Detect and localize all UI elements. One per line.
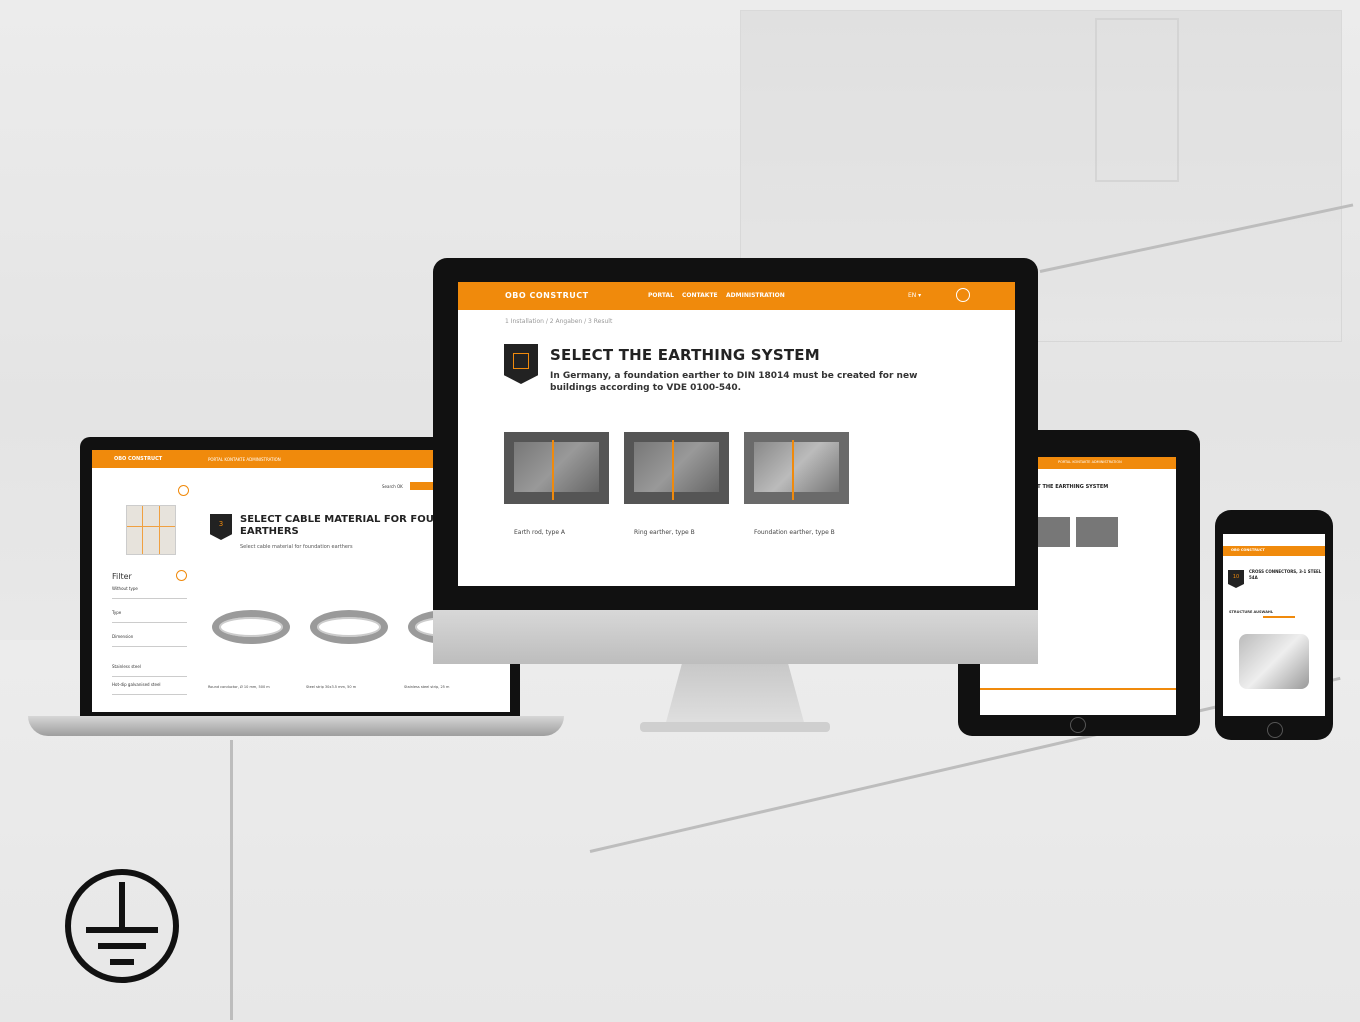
step-number: 10 [1232, 574, 1240, 580]
filter-field[interactable]: Without type [112, 586, 187, 599]
product-coil-image[interactable] [310, 610, 388, 644]
filter-field[interactable]: Hot-dip galvanised steel [112, 682, 187, 695]
step-number: 3 [218, 520, 224, 528]
phone-device: OBO CONSTRUCT 10 CROSS CONNECTORS, 3-1 S… [1215, 510, 1333, 740]
card-label[interactable]: Ring earther, type B [634, 529, 695, 536]
earthing-card-image[interactable] [504, 432, 609, 504]
main-navbar: OBO CONSTRUCT PORTAL CONTAKTE ADMINISTRA… [458, 282, 1015, 310]
desktop-monitor: OBO CONSTRUCT PORTAL CONTAKTE ADMINISTRA… [433, 258, 1038, 664]
laptop-lead-text: Select cable material for foundation ear… [240, 544, 353, 550]
monitor-chin [433, 610, 1038, 664]
nav-item-administration[interactable]: ADMINISTRATION [726, 292, 785, 299]
protective-earth-icon [65, 869, 179, 983]
filter-field[interactable]: Stainless steel [112, 664, 187, 677]
filter-field[interactable]: Type [112, 610, 187, 623]
earthing-badge-icon [504, 344, 538, 384]
product-label[interactable]: Round conductor, Ø 10 mm, 500 m [208, 685, 270, 689]
laptop-search-label: Search OK [382, 484, 403, 489]
home-button[interactable] [1267, 722, 1283, 738]
laptop-logo[interactable]: OBO CONSTRUCT [114, 456, 162, 462]
product-label[interactable]: Steel strip 30x3.5 mm, 50 m [306, 685, 356, 689]
nav-item-portal[interactable]: PORTAL [648, 292, 674, 299]
close-icon[interactable] [178, 485, 189, 496]
home-button[interactable] [1070, 717, 1086, 733]
background-edge [230, 740, 233, 1020]
monitor-screen: OBO CONSTRUCT PORTAL CONTAKTE ADMINISTRA… [458, 282, 1015, 586]
phone-page-title: CROSS CONNECTORS, 3-1 STEEL 54A [1249, 569, 1322, 580]
phone-tabs[interactable]: STRUCTURE AUSWAHL [1229, 610, 1273, 614]
product-coil-image[interactable] [212, 610, 290, 644]
card-label[interactable]: Earth rod, type A [514, 529, 565, 536]
badge-glyph-icon [513, 353, 529, 369]
phone-navbar: OBO CONSTRUCT [1223, 546, 1325, 556]
laptop-preview-image [126, 505, 176, 555]
tablet-card-image[interactable] [1076, 517, 1118, 547]
filter-field[interactable]: Dimension [112, 634, 187, 647]
language-selector[interactable]: EN ▾ [908, 292, 921, 299]
active-tab-indicator [1263, 616, 1295, 618]
laptop-base [28, 716, 564, 736]
background-door [1095, 18, 1179, 182]
nav-item-contacts[interactable]: CONTAKTE [682, 292, 718, 299]
step-badge: 10 [1228, 570, 1244, 588]
step-badge: 3 [210, 514, 232, 540]
tablet-footer-line [980, 688, 1176, 690]
login-icon[interactable] [956, 288, 970, 302]
page-title: SELECT THE EARTHING SYSTEM [550, 346, 820, 364]
filter-icon[interactable] [176, 570, 187, 581]
monitor-stand-base [640, 722, 830, 732]
product-label[interactable]: Stainless steel strip, 25 m [404, 685, 449, 689]
phone-logo[interactable]: OBO CONSTRUCT [1231, 548, 1265, 552]
tablet-nav-items[interactable]: PORTAL KONTAKTE ADMINISTRATION [1058, 460, 1122, 464]
lead-text: In Germany, a foundation earther to DIN … [550, 371, 918, 393]
earthing-card-image[interactable] [624, 432, 729, 504]
filter-heading: Filter [112, 572, 132, 581]
laptop-nav-items[interactable]: PORTAL KONTAKTE ADMINISTRATION [208, 457, 281, 462]
breadcrumb[interactable]: 1 Installation / 2 Angaben / 3 Result [505, 318, 612, 325]
brand-logo[interactable]: OBO CONSTRUCT [505, 291, 589, 300]
monitor-stand [665, 664, 805, 726]
earthing-card-image[interactable] [744, 432, 849, 504]
phone-screen: OBO CONSTRUCT 10 CROSS CONNECTORS, 3-1 S… [1223, 534, 1325, 716]
product-image[interactable] [1239, 634, 1309, 689]
card-label[interactable]: Foundation earther, type B [754, 529, 835, 536]
